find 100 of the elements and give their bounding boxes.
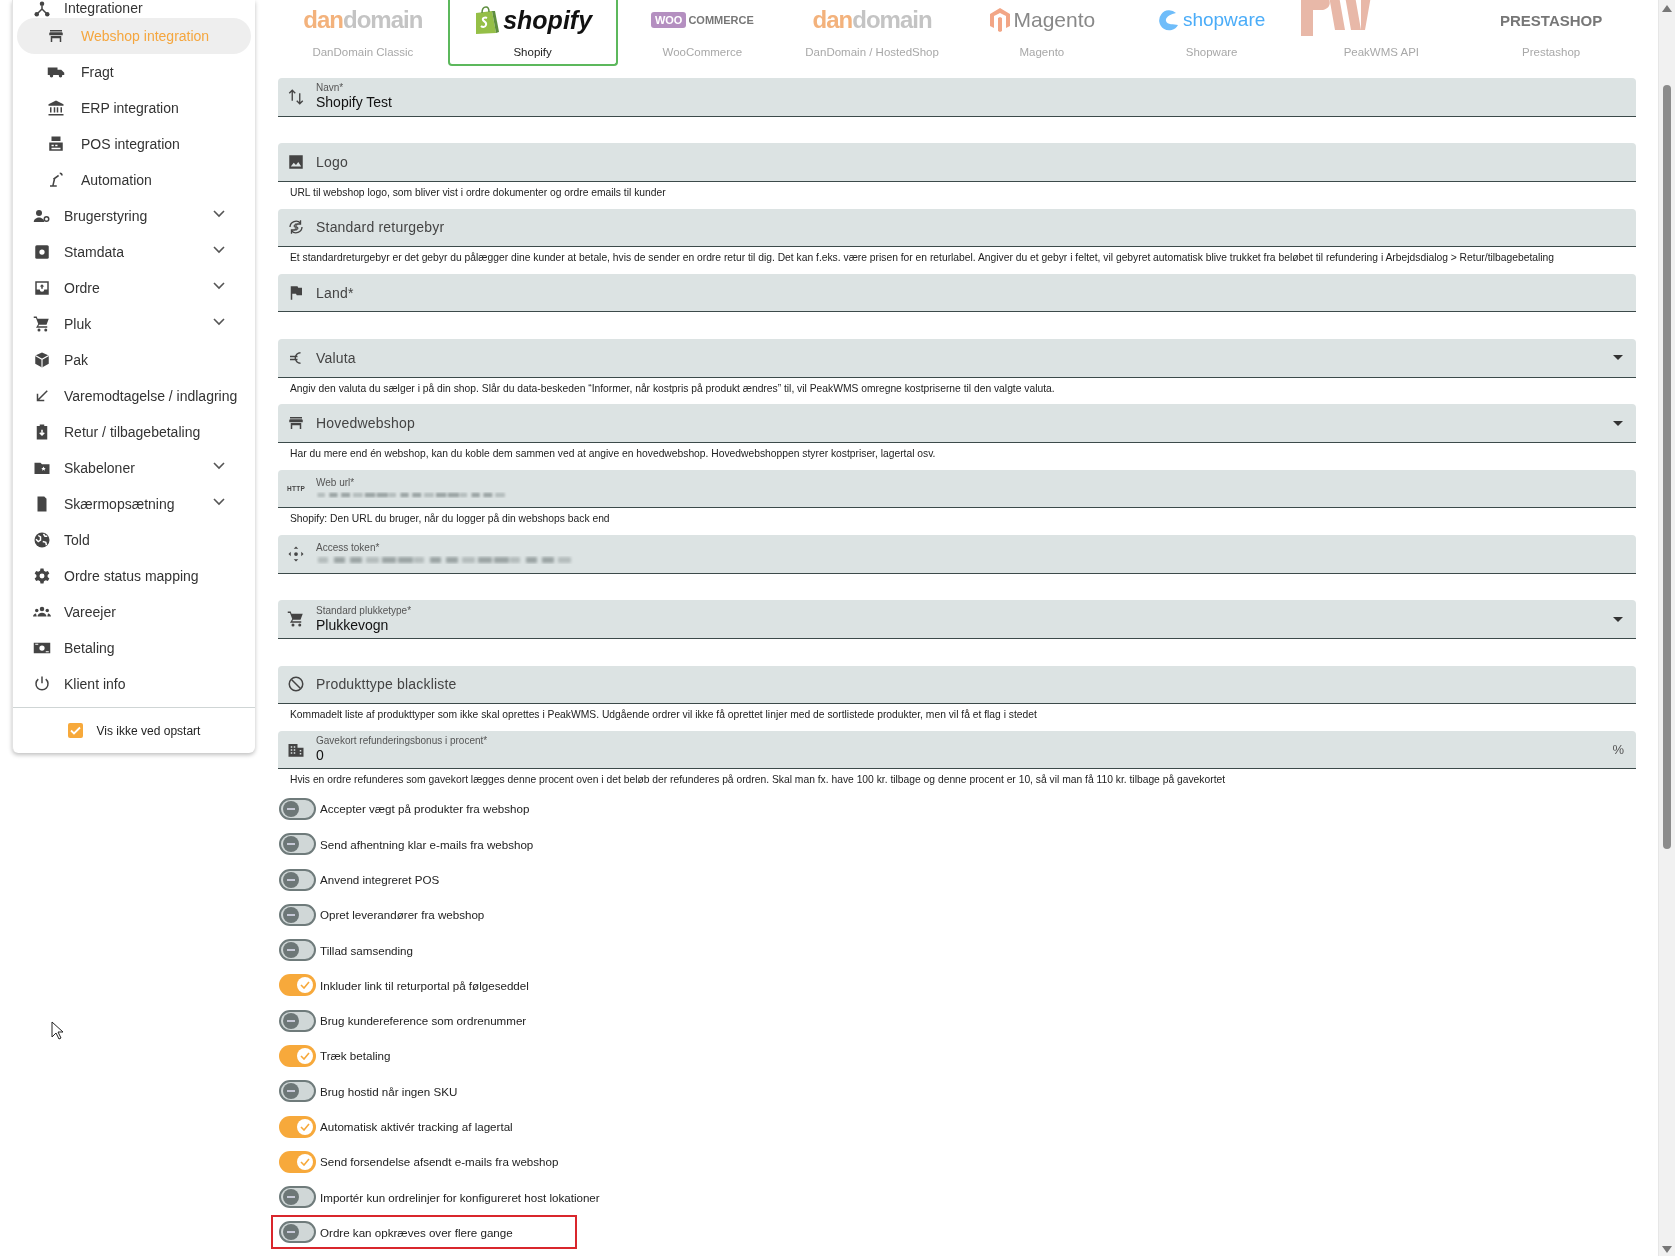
text-field[interactable]: Navn* Shopify Test [278, 78, 1636, 117]
toggle-switch[interactable] [279, 1150, 316, 1173]
toggle-label: Opret leverandører fra webshop [320, 908, 485, 922]
robot-arm-icon [47, 171, 65, 189]
check-icon [300, 1122, 310, 1131]
toggle-switch[interactable] [279, 1080, 316, 1103]
text-field[interactable]: Land* [278, 273, 1636, 313]
logo-text: domain [343, 6, 423, 34]
helper-text: Har du mere end én webshop, kan du koble dem sammen ved at angive en hovedwebshop. Hovedwebshoppen styrer kostpriser, lagertal osv. [289, 447, 937, 459]
chevron-down-icon [213, 246, 225, 254]
helper-text: URL til webshop logo, som bliver vist i ordre dokumenter og ordre emails til kunder [289, 185, 667, 198]
logo-text: shopify [503, 5, 593, 35]
minus-icon [287, 878, 295, 881]
sidebar-item[interactable]: Pluk [17, 306, 251, 342]
select-field[interactable]: Standard plukketype* Plukkevogn [278, 600, 1636, 639]
toggle-switch[interactable] [279, 1045, 316, 1067]
text-field[interactable]: Gavekort refunderingsbonus i procent* 0 % [278, 730, 1636, 770]
sidebar-item[interactable]: Varemodtagelse / indlagring [17, 378, 251, 414]
select-field[interactable]: Valuta [278, 339, 1636, 378]
toggle-label: Brug kundereference som ordrenummer [320, 1014, 527, 1028]
sidebar-item[interactable]: Pak [17, 342, 251, 378]
platform-tab[interactable]: PRESTASHOP Prestashop [1466, 0, 1636, 66]
toggle-label: Importér kun ordrelinjer for konfigureret host lokationer [320, 1190, 600, 1204]
sidebar-item[interactable]: Automation [17, 162, 251, 198]
platform-tab[interactable]: Magento Magento [957, 0, 1127, 66]
currency-refresh-icon [287, 218, 305, 237]
sidebar-item[interactable]: Klient info [17, 666, 251, 702]
logo-text: dan [303, 6, 344, 34]
toggle-switch[interactable] [279, 1221, 316, 1244]
chevron-down-icon [213, 498, 225, 506]
check-icon [300, 1157, 310, 1166]
minus-icon [287, 949, 295, 952]
swap-vertical-icon [287, 87, 305, 106]
platform-tab[interactable]: WOO COMMERCE WooCommerce [617, 0, 788, 66]
shopping-bag-icon [473, 5, 500, 35]
toggle-switch[interactable] [279, 1009, 316, 1032]
sidebar-item[interactable]: Ordre status mapping [17, 558, 251, 594]
dropdown-caret-icon [1613, 355, 1623, 361]
toggle-label: Send forsendelse afsendt e-mails fra webshop [320, 1155, 559, 1169]
minus-icon [287, 1090, 295, 1093]
minus-icon [287, 1019, 295, 1022]
sidebar-item[interactable]: Skabeloner [17, 450, 251, 486]
text-field[interactable]: Produkttype blackliste [278, 665, 1636, 705]
toggle-switch[interactable] [279, 868, 316, 891]
scroll-up-button[interactable] [1662, 5, 1672, 12]
text-field[interactable]: Access token* [278, 535, 1636, 574]
sidebar-item[interactable]: POS integration [17, 126, 251, 162]
sidebar-item[interactable]: ERP integration [17, 90, 251, 126]
image-icon [287, 153, 305, 172]
text-field[interactable]: Logo [278, 143, 1636, 182]
logo-text: Magento [1013, 8, 1096, 32]
helper-text: Angiv den valuta du sælger i på din shop. Slår du data-beskeden “Informer, når kostpris på produkt ændres” til, vil PeakWMS omregne kostpriserne til den valgte valuta. [289, 381, 1056, 394]
toggle-switch[interactable] [279, 974, 316, 997]
platform-tab[interactable]: shopify Shopify [447, 0, 618, 66]
toggle-switch[interactable] [279, 1186, 316, 1209]
swirl-logo-icon [1157, 9, 1180, 31]
sidebar-item[interactable]: Skærmopsætning [17, 486, 251, 522]
checkbox[interactable] [67, 723, 83, 738]
sidebar-item[interactable]: Fragt [17, 54, 251, 90]
sidebar-item[interactable]: Vareejer [17, 594, 251, 630]
sidebar-item[interactable]: Retur / tilbagebetaling [17, 414, 251, 450]
scrollbar-thumb[interactable] [1663, 85, 1671, 849]
network-icon [33, 0, 51, 18]
store-icon [47, 27, 65, 45]
package-icon [33, 351, 51, 369]
sidebar-item[interactable]: Stamdata [17, 234, 251, 270]
toggle-switch[interactable] [279, 903, 316, 926]
toggle-switch[interactable] [279, 939, 316, 962]
text-field[interactable]: Standard returgebyr [278, 208, 1636, 248]
peak-logo-icon [1298, 0, 1371, 36]
bank-icon [47, 99, 65, 117]
power-icon [33, 675, 51, 693]
toggle-switch[interactable] [279, 1115, 316, 1138]
settings-icon [33, 567, 51, 585]
sidebar-item[interactable]: Brugerstyring [17, 198, 251, 234]
minus-icon [287, 913, 295, 916]
sidebar-item[interactable]: Ordre [17, 270, 251, 306]
scroll-down-button[interactable] [1662, 1246, 1672, 1253]
chevron-down-icon [213, 210, 225, 218]
sidebar-item[interactable]: Betaling [17, 630, 251, 666]
sidebar-item[interactable]: Integrationer [17, 0, 251, 18]
chevron-down-icon [213, 318, 225, 326]
logo-text: PRESTASHOP [1500, 11, 1603, 29]
toggle-label: Accepter vægt på produkter fra webshop [320, 802, 530, 816]
chevron-down-icon [213, 282, 225, 290]
dropdown-caret-icon [1613, 616, 1623, 622]
minus-icon [287, 843, 295, 846]
select-field[interactable]: Hovedwebshop [278, 404, 1636, 443]
toggle-switch[interactable] [279, 833, 316, 856]
cart-icon [33, 315, 51, 333]
cart-icon [287, 610, 305, 629]
mouse-pointer-icon [51, 1021, 63, 1040]
check-icon [300, 1052, 310, 1060]
minus-icon [287, 1231, 295, 1234]
logo-text: shopware [1182, 9, 1266, 31]
toggle-switch[interactable] [279, 797, 316, 820]
toggle-label: Inkluder link til returportal på følgeseddel [320, 978, 529, 992]
logo-text: COMMERCE [688, 14, 754, 26]
sidebar-item[interactable]: Told [17, 522, 251, 558]
block-icon [287, 675, 305, 694]
